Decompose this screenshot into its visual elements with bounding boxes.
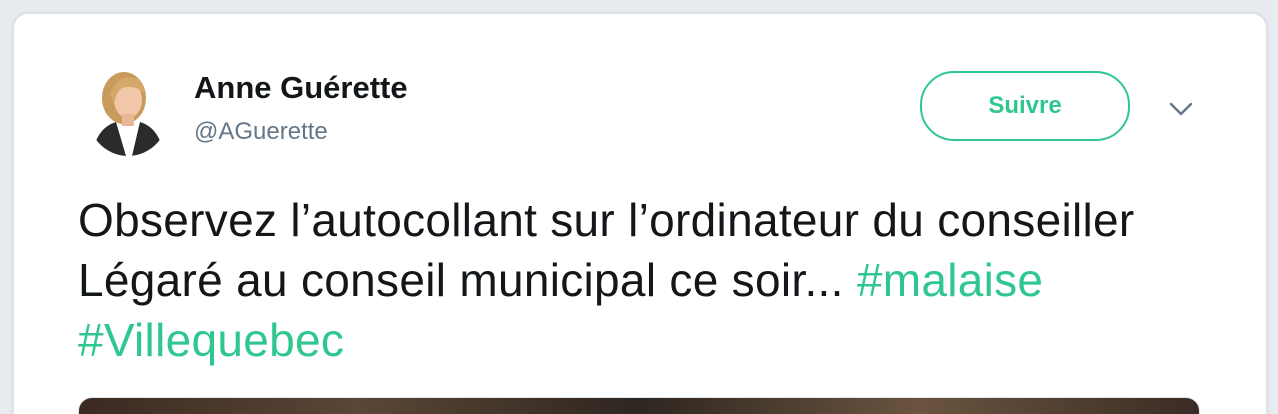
tweet-text: Observez l’autocollant sur l’ordinateur … (78, 190, 1198, 370)
hashtag-link[interactable]: #Villequebec (78, 314, 344, 366)
author-display-name[interactable]: Anne Guérette (194, 70, 408, 106)
profile-photo-icon (86, 64, 170, 156)
tweet-card: Anne Guérette @AGuerette Suivre Observez… (14, 14, 1266, 414)
follow-button-label: Suivre (988, 92, 1062, 119)
avatar[interactable] (86, 64, 170, 156)
chevron-down-icon[interactable] (1166, 94, 1196, 124)
hashtag-link[interactable]: #malaise (857, 254, 1044, 306)
follow-button[interactable]: Suivre (920, 71, 1130, 141)
author-handle[interactable]: @AGuerette (194, 118, 328, 146)
